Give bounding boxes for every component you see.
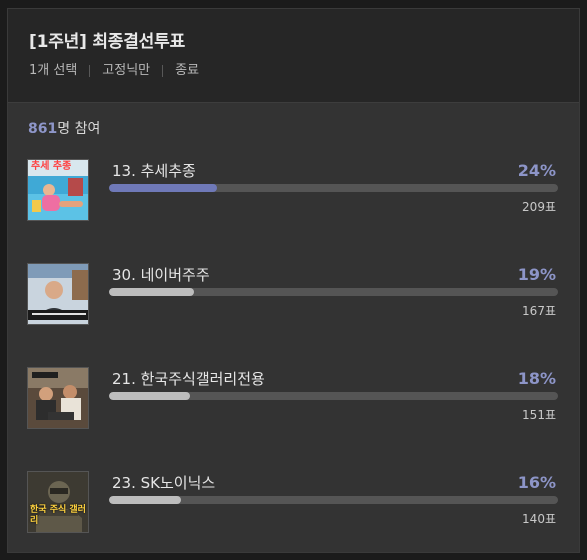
- option-label: 21. 한국주식갤러리전용: [112, 370, 265, 388]
- option-progress-track: [109, 496, 558, 504]
- poll-status: 종료: [175, 63, 200, 78]
- option-vote-count: 140표: [522, 512, 556, 526]
- poll-option[interactable]: 한국 주식 갤러리 23. SK노이닉스 16% 140표: [8, 471, 579, 551]
- poll-choice-count: 1개 선택: [29, 63, 78, 78]
- option-vote-count: 167표: [522, 304, 556, 318]
- option-label: 13. 추세추종: [112, 162, 196, 180]
- option-progress-track: [109, 288, 558, 296]
- person-video-image: [28, 264, 88, 324]
- poll-header: [1주년] 최종결선투표 1개 선택 고정닉만 종료: [8, 9, 579, 103]
- poll-option[interactable]: 추세 추종 13. 추세추종 24% 209표: [8, 159, 579, 239]
- group-photo-image: [28, 368, 88, 428]
- option-vote-count: 209표: [522, 200, 556, 214]
- participant-label: 명 참여: [57, 121, 101, 137]
- meta-divider: [162, 65, 164, 77]
- meta-divider: [89, 65, 91, 77]
- option-label: 30. 네이버주주: [112, 266, 210, 284]
- option-vote-count: 151표: [522, 408, 556, 422]
- option-percent: 19%: [517, 265, 556, 284]
- option-label: 23. SK노이닉스: [112, 474, 216, 492]
- option-percent: 18%: [517, 369, 556, 388]
- option-progress-fill: [109, 288, 195, 296]
- poll-voter-restriction: 고정닉만: [102, 63, 151, 78]
- poll-option[interactable]: 21. 한국주식갤러리전용 18% 151표: [8, 367, 579, 447]
- poll-meta: 1개 선택 고정닉만 종료: [29, 63, 579, 79]
- option-progress-track: [109, 184, 558, 192]
- thumbnail-caption: 한국 주식 갤러리: [30, 505, 86, 526]
- option-progress-fill: [109, 392, 190, 400]
- participant-count: 861명 참여: [28, 120, 100, 138]
- option-progress-track: [109, 392, 558, 400]
- option-percent: 24%: [517, 161, 556, 180]
- poll-option[interactable]: 30. 네이버주주 19% 167표: [8, 263, 579, 343]
- option-percent: 16%: [517, 473, 556, 492]
- option-progress-fill: [109, 496, 181, 504]
- person-video-thumbnail: [27, 263, 89, 325]
- soldier-thumbnail: 한국 주식 갤러리: [27, 471, 89, 533]
- participant-number: 861: [28, 121, 58, 137]
- group-photo-thumbnail: [27, 367, 89, 429]
- pool-photo-thumbnail: 추세 추종: [27, 159, 89, 221]
- option-progress-fill: [109, 184, 217, 192]
- poll-title: [1주년] 최종결선투표: [29, 32, 186, 52]
- poll-panel: [1주년] 최종결선투표 1개 선택 고정닉만 종료 861명 참여 추세 추종…: [7, 8, 580, 553]
- thumbnail-caption: 추세 추종: [31, 161, 72, 172]
